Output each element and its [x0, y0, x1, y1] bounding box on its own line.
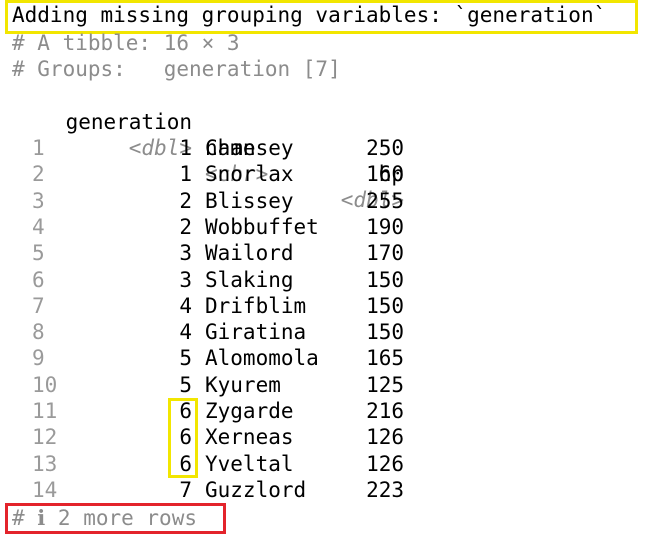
- cell-name: Drifblim: [205, 293, 307, 318]
- cell-hp: 250: [366, 136, 404, 160]
- table-row: 7 4 Drifblim 150: [0, 293, 651, 319]
- cell-hp: 190: [366, 214, 404, 239]
- cell-name: Zygarde: [205, 399, 294, 423]
- table-row: 11 6 Zygarde 216: [0, 398, 651, 424]
- column-type-row: <dbl> <chr> <dbl>: [0, 109, 651, 212]
- cell-hp: 255: [366, 188, 404, 213]
- cell-hp: 160: [366, 162, 404, 187]
- cell-generation: 2: [179, 188, 192, 213]
- table-row: 5 3 Wailord 170: [0, 240, 651, 266]
- table-row: 13 6 Yveltal 126: [0, 451, 651, 477]
- table-row: 3 2 Blissey 255: [0, 188, 651, 214]
- cell-generation: 7: [179, 477, 192, 502]
- generation-6-highlight-box: [168, 398, 198, 478]
- cell-generation: 4: [179, 293, 192, 318]
- cell-hp: 165: [366, 346, 404, 371]
- cell-name: Alomomola: [205, 346, 319, 371]
- cell-name: Guzzlord: [205, 477, 307, 502]
- table-row: 8 4 Giratina 150: [0, 319, 651, 345]
- table-row: 9 5 Alomomola 165: [0, 345, 651, 371]
- tibble-info: # A tibble: 16 × 3: [12, 31, 240, 55]
- cell-hp: 126: [366, 451, 404, 476]
- table-row: 10 5 Kyurem 125: [0, 372, 651, 398]
- cell-name: Blissey: [205, 188, 294, 213]
- cell-name: Wailord: [205, 241, 294, 266]
- r-console-output: Adding missing grouping variables: `gene…: [0, 0, 651, 553]
- cell-name: Slaking: [205, 267, 294, 292]
- cell-hp: 126: [366, 425, 404, 450]
- cell-name: Wobbuffet: [205, 214, 319, 239]
- cell-hp: 170: [366, 241, 404, 266]
- table-row: 14 7 Guzzlord 223: [0, 477, 651, 503]
- cell-name: Xerneas: [205, 425, 294, 450]
- more-rows-highlight-box: [5, 503, 226, 534]
- table-row: 2 1 Snorlax 160: [0, 161, 651, 187]
- cell-generation: 1: [179, 162, 192, 187]
- cell-name: Yveltal: [205, 451, 294, 476]
- cell-generation: 1: [179, 136, 192, 160]
- cell-hp: 125: [366, 372, 404, 397]
- table-row: 12 6 Xerneas 126: [0, 424, 651, 450]
- cell-name: Snorlax: [205, 162, 294, 187]
- cell-name: Chansey: [205, 136, 294, 160]
- groups-info: # Groups: generation [7]: [12, 57, 341, 81]
- column-header-row: generation name hp: [0, 83, 651, 186]
- cell-generation: 5: [179, 346, 192, 371]
- cell-generation: 3: [179, 241, 192, 266]
- cell-name: Giratina: [205, 320, 307, 345]
- cell-hp: 216: [366, 399, 404, 423]
- table-row: 1 1 Chansey 250: [0, 135, 651, 161]
- table-row: 4 2 Wobbuffet 190: [0, 214, 651, 240]
- cell-generation: 4: [179, 320, 192, 345]
- warning-highlight-box: [5, 0, 638, 34]
- cell-hp: 150: [366, 267, 404, 292]
- cell-generation: 5: [179, 372, 192, 397]
- cell-generation: 3: [179, 267, 192, 292]
- cell-generation: 2: [179, 214, 192, 239]
- table-row: 6 3 Slaking 150: [0, 267, 651, 293]
- cell-hp: 150: [366, 320, 404, 345]
- cell-hp: 223: [366, 477, 404, 502]
- cell-name: Kyurem: [205, 372, 281, 397]
- cell-hp: 150: [366, 293, 404, 318]
